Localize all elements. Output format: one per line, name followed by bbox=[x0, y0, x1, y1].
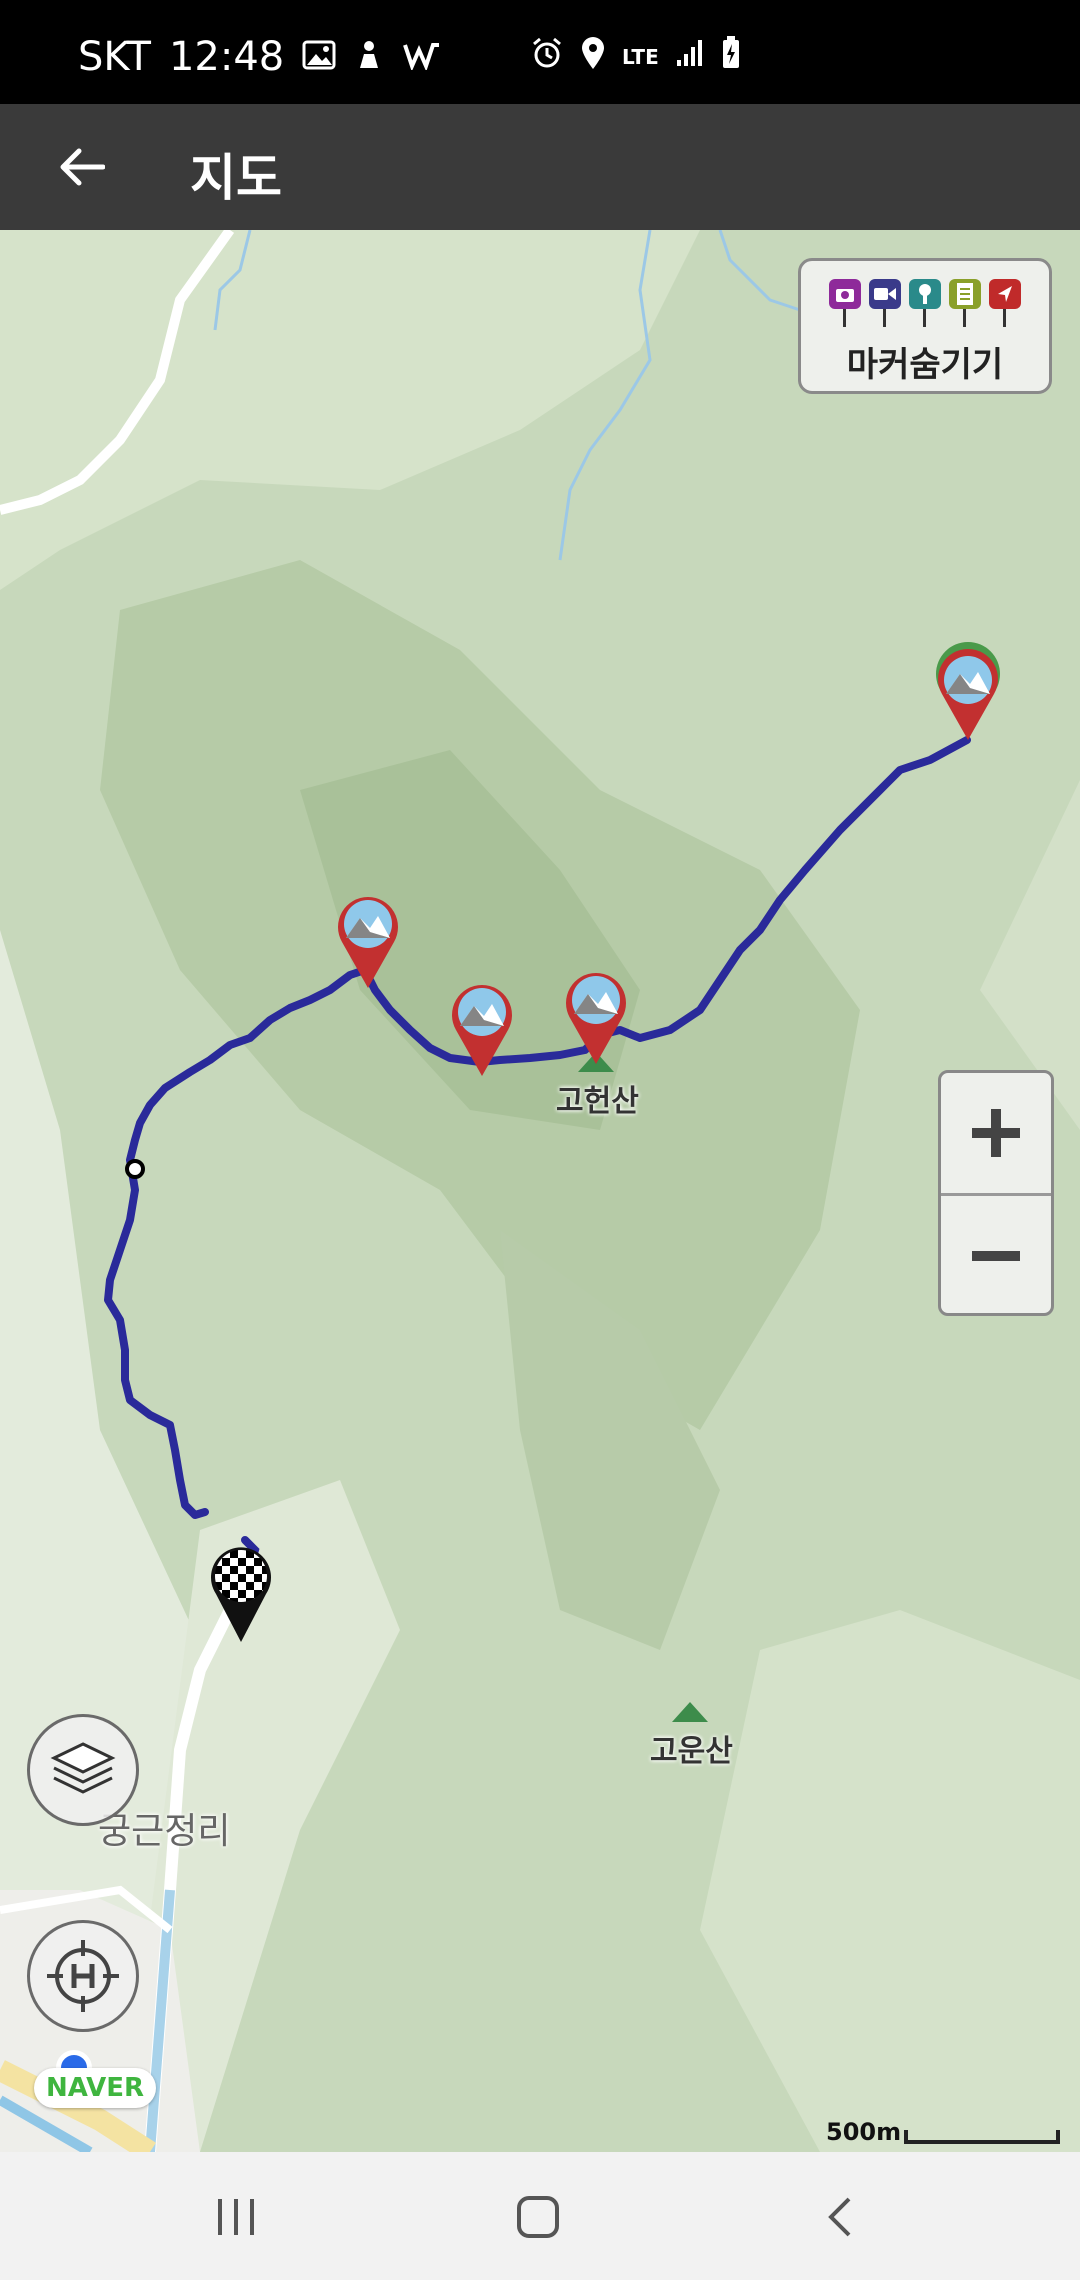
app-bar: 지도 bbox=[0, 104, 1080, 230]
scale-bar bbox=[904, 2130, 1060, 2144]
status-left: SKT 12:48 bbox=[78, 34, 442, 80]
minus-icon bbox=[972, 1251, 1020, 1261]
location-icon bbox=[580, 36, 606, 78]
my-location-button[interactable] bbox=[27, 1920, 139, 2032]
recents-icon bbox=[218, 2199, 254, 2235]
memo-marker-icon bbox=[949, 279, 981, 329]
poi-marker-icon bbox=[989, 279, 1021, 329]
peak-label-gounsan: 고운산 bbox=[650, 1734, 733, 1769]
clock: 12:48 bbox=[168, 34, 285, 80]
scale-label: 500m bbox=[826, 2118, 902, 2146]
marker-type-icons bbox=[829, 279, 1021, 329]
recents-button[interactable] bbox=[196, 2182, 276, 2252]
zoom-out-button[interactable] bbox=[941, 1196, 1051, 1316]
w-app-icon bbox=[402, 34, 442, 80]
back-button[interactable] bbox=[48, 134, 114, 200]
hide-markers-button[interactable]: 마커숨기기 bbox=[798, 258, 1052, 394]
alarm-icon bbox=[530, 36, 564, 78]
battery-icon bbox=[721, 36, 741, 78]
signal-icon bbox=[675, 38, 705, 76]
layers-button[interactable] bbox=[27, 1714, 139, 1826]
map-view[interactable]: 고헌산 고운산 궁근정리 마커숨기기 NAVER 500m bbox=[0, 230, 1080, 2152]
zoom-controls bbox=[938, 1070, 1054, 1316]
carrier: SKT bbox=[78, 34, 151, 80]
crosshair-icon bbox=[47, 1940, 119, 2012]
finish-marker[interactable] bbox=[206, 1542, 276, 1644]
zoom-in-button[interactable] bbox=[941, 1073, 1051, 1193]
home-button[interactable] bbox=[498, 2182, 578, 2252]
arrow-left-icon bbox=[60, 148, 105, 186]
peak-label-goheonsan: 고헌산 bbox=[556, 1084, 639, 1119]
start-marker[interactable] bbox=[932, 642, 1004, 742]
voice-marker-icon bbox=[909, 279, 941, 329]
plus-icon bbox=[972, 1109, 1020, 1157]
home-icon bbox=[517, 2196, 559, 2238]
photo-marker-3[interactable] bbox=[560, 966, 632, 1066]
map-terrain bbox=[0, 230, 1080, 2152]
nav-back-button[interactable] bbox=[800, 2182, 880, 2252]
system-nav-bar bbox=[0, 2152, 1080, 2280]
status-bar: SKT 12:48 LTE bbox=[0, 0, 1080, 104]
camera-marker-icon bbox=[829, 279, 861, 329]
back-icon bbox=[828, 2197, 851, 2237]
hide-markers-label: 마커숨기기 bbox=[846, 345, 1004, 385]
layers-icon bbox=[50, 1742, 116, 1794]
page-title: 지도 bbox=[190, 149, 282, 207]
app-notification-icon bbox=[354, 34, 384, 80]
video-marker-icon bbox=[869, 279, 901, 329]
photo-marker-1[interactable] bbox=[332, 890, 404, 990]
naver-logo: NAVER bbox=[34, 2068, 156, 2108]
lte-indicator: LTE bbox=[622, 45, 659, 69]
gallery-icon bbox=[302, 34, 336, 80]
status-right: LTE bbox=[530, 36, 741, 78]
photo-marker-2[interactable] bbox=[446, 978, 518, 1078]
